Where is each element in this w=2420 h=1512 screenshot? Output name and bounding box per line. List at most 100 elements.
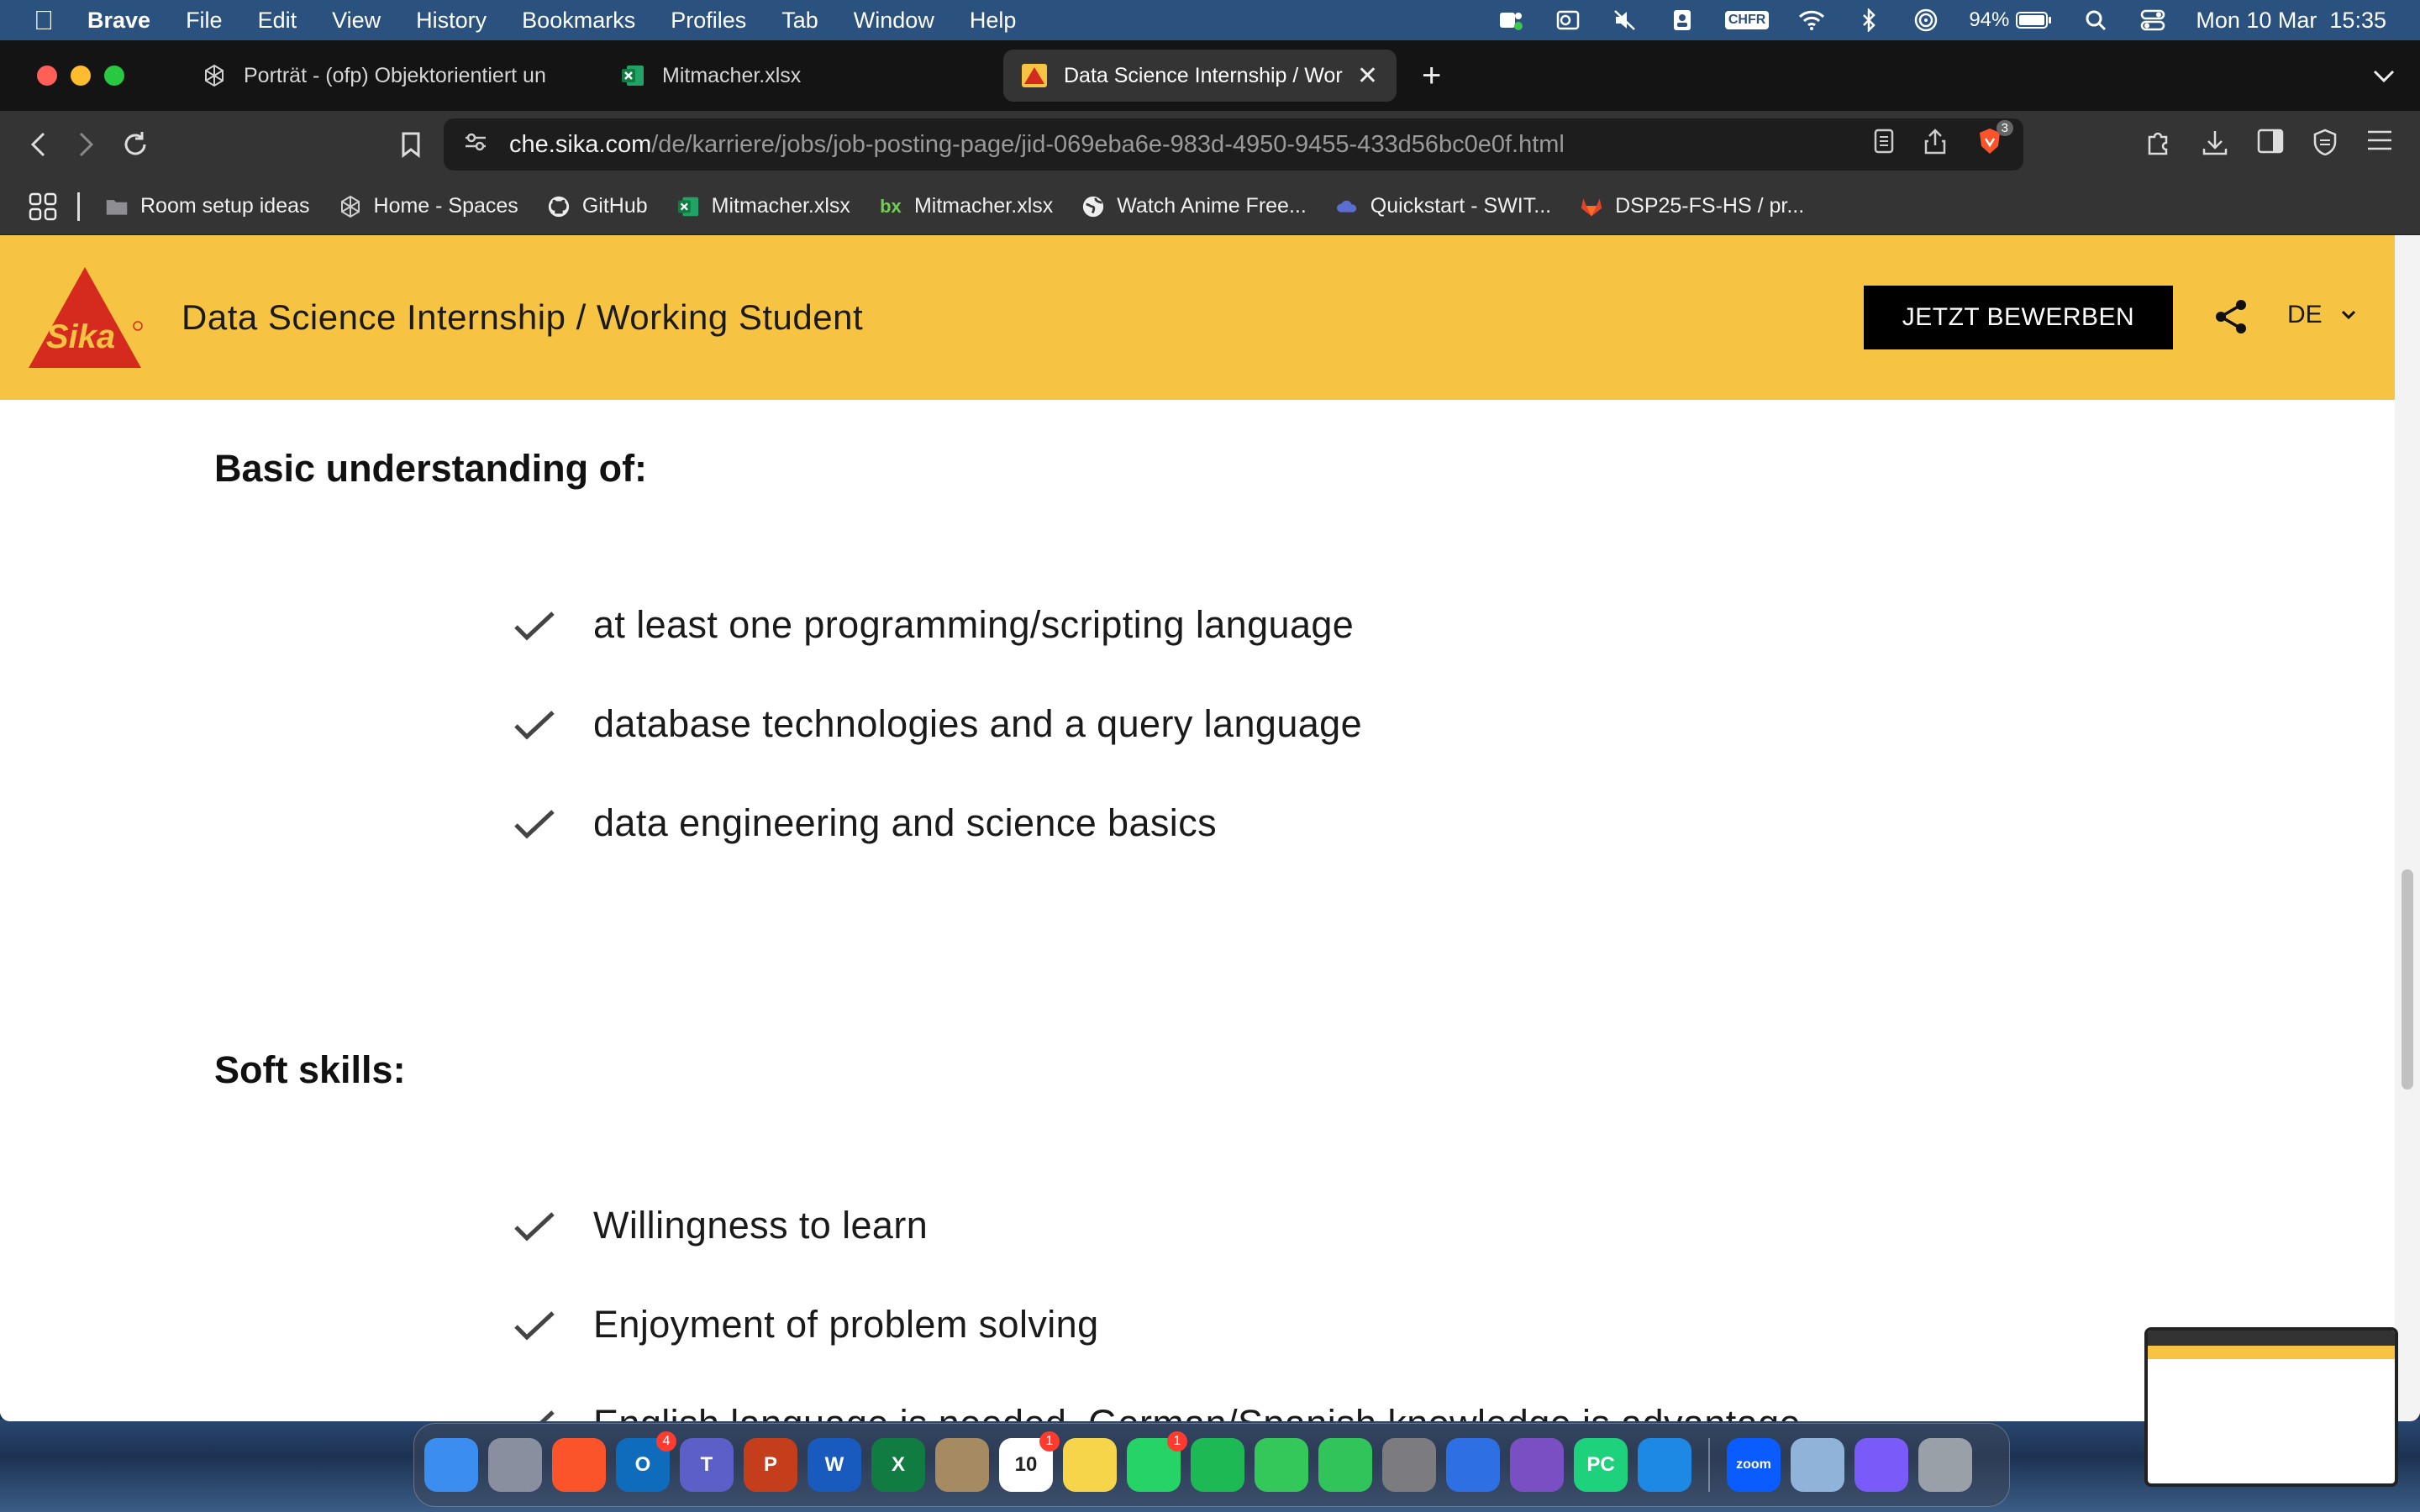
control-center-icon[interactable] xyxy=(2139,8,2167,33)
dock-app-store-like-icon[interactable] xyxy=(1854,1438,1908,1492)
bookmark-dsp25-gitlab[interactable]: DSP25-FS-HS / pr... xyxy=(1580,194,1804,218)
teams-status-icon[interactable] xyxy=(1497,8,1525,33)
new-tab-button[interactable]: + xyxy=(1422,57,1441,95)
sidebar-toggle-icon[interactable] xyxy=(2257,129,2284,161)
perplexity-icon xyxy=(339,195,362,218)
forward-button[interactable] xyxy=(62,120,111,169)
minimize-window-button[interactable] xyxy=(71,66,91,86)
outlook-status-icon[interactable] xyxy=(1554,8,1582,33)
bookmark-button[interactable] xyxy=(387,120,435,169)
menu-edit[interactable]: Edit xyxy=(258,8,297,34)
menu-file[interactable]: File xyxy=(186,8,223,34)
menu-bar:  Brave File Edit View History Bookmarks… xyxy=(0,0,2420,40)
dock-calendar-icon[interactable]: 10 1 xyxy=(999,1431,1060,1492)
dock-facetime-icon[interactable] xyxy=(1318,1438,1372,1492)
dock-zoom-icon[interactable]: zoom xyxy=(1727,1438,1781,1492)
screenshot-thumbnail[interactable] xyxy=(2144,1327,2398,1487)
zoom-window-button[interactable] xyxy=(104,66,124,86)
mute-icon[interactable] xyxy=(1611,8,1639,33)
bookmark-mitmacher-excel[interactable]: Mitmacher.xlsx xyxy=(676,194,850,218)
close-tab-icon[interactable]: ✕ xyxy=(1357,61,1378,91)
tab-data-science-internship[interactable]: Data Science Internship / Wor ✕ xyxy=(1003,50,1397,102)
bookmark-home-spaces[interactable]: Home - Spaces xyxy=(339,194,518,218)
menu-app-name[interactable]: Brave xyxy=(87,8,150,34)
menu-help[interactable]: Help xyxy=(970,8,1017,34)
menu-profiles[interactable]: Profiles xyxy=(671,8,746,34)
wifi-icon[interactable] xyxy=(1797,8,1826,33)
browser-toolbar: che.sika.com /de/karriere/jobs/job-posti… xyxy=(0,111,2420,178)
bookmark-github[interactable]: GitHub xyxy=(547,194,648,218)
dock-app-label: T xyxy=(700,1453,713,1476)
list-item-text: at least one programming/scripting langu… xyxy=(593,603,1355,646)
list-item-text: Willingness to learn xyxy=(593,1204,929,1247)
spotlight-search-icon[interactable] xyxy=(2081,8,2110,33)
checkmark-icon xyxy=(539,1410,555,1421)
brave-shields-button[interactable]: 3 xyxy=(1976,120,2013,162)
airdrop-icon[interactable] xyxy=(1912,8,1940,33)
menu-history[interactable]: History xyxy=(416,8,487,34)
dock-messages-icon[interactable] xyxy=(1255,1438,1308,1492)
dock-teams-icon[interactable]: T xyxy=(680,1438,734,1492)
bookmark-mitmacher-bx[interactable]: bx Mitmacher.xlsx xyxy=(879,194,1053,218)
bookmark-room-setup-ideas[interactable]: Room setup ideas xyxy=(105,194,310,218)
dock-whatsapp-icon[interactable]: 1 xyxy=(1127,1431,1187,1492)
tab-mitmacher[interactable]: Mitmacher.xlsx xyxy=(602,50,997,102)
dock-finder-icon[interactable] xyxy=(424,1438,478,1492)
scrollbar-thumb[interactable] xyxy=(2402,869,2413,1089)
site-settings-icon[interactable] xyxy=(464,131,487,159)
battery-status[interactable]: 94% xyxy=(1969,8,2053,33)
dock-excel-icon[interactable]: X xyxy=(871,1438,925,1492)
dock-pycharm-icon[interactable]: PC xyxy=(1574,1438,1628,1492)
dock-launchpad-icon[interactable] xyxy=(488,1438,542,1492)
menu-view[interactable]: View xyxy=(332,8,381,34)
dock-word-icon[interactable]: W xyxy=(808,1438,861,1492)
dock-outlook-icon[interactable]: O4 xyxy=(616,1431,676,1492)
dock-vscode-icon[interactable] xyxy=(1638,1438,1691,1492)
back-button[interactable] xyxy=(13,120,62,169)
dock-spotify-icon[interactable] xyxy=(1191,1438,1244,1492)
dock-contacts-icon[interactable] xyxy=(935,1438,989,1492)
extensions-icon[interactable] xyxy=(2144,129,2173,161)
checkmark-icon xyxy=(514,810,555,839)
language-selector[interactable]: DE xyxy=(2287,301,2356,329)
dock-perplexity-icon[interactable] xyxy=(1446,1438,1500,1492)
bookmark-label: Watch Anime Free... xyxy=(1117,194,1307,218)
close-window-button[interactable] xyxy=(37,66,57,86)
dock-preview-icon[interactable] xyxy=(1791,1438,1844,1492)
dock-github-desktop-icon[interactable] xyxy=(1510,1438,1564,1492)
hamburger-menu-icon[interactable] xyxy=(2366,129,2393,161)
bluetooth-icon[interactable] xyxy=(1854,8,1883,33)
bookmark-label: Quickstart - SWIT... xyxy=(1370,194,1552,218)
apple-menu-icon[interactable]:  xyxy=(0,5,87,36)
menu-tab[interactable]: Tab xyxy=(781,8,818,34)
dock-app-label: X xyxy=(891,1453,905,1476)
dock-notes-icon[interactable] xyxy=(1063,1438,1117,1492)
dock-powerpoint-icon[interactable]: P xyxy=(744,1438,797,1492)
share-icon[interactable] xyxy=(2212,297,2250,336)
tab-portrait[interactable]: Porträt - (ofp) Objektorientiert un xyxy=(183,50,595,102)
vpn-shield-icon[interactable] xyxy=(2312,129,2338,161)
dock-system-settings-icon[interactable] xyxy=(1382,1438,1436,1492)
sika-logo[interactable]: Sika xyxy=(25,264,145,371)
menu-window[interactable]: Window xyxy=(854,8,934,34)
keyboard-layout-icon[interactable]: CHFR xyxy=(1724,8,1770,33)
tab-label: Mitmacher.xlsx xyxy=(662,63,802,87)
list-item: Enjoyment of problem solving xyxy=(513,1275,1801,1374)
reload-button[interactable] xyxy=(111,120,160,169)
address-bar[interactable]: che.sika.com /de/karriere/jobs/job-posti… xyxy=(444,118,2023,171)
menu-bookmarks[interactable]: Bookmarks xyxy=(522,8,635,34)
menu-clock[interactable]: Mon 10 Mar 15:35 xyxy=(2196,8,2386,34)
page-scrollbar[interactable] xyxy=(2395,235,2420,1421)
dock-trash-icon[interactable] xyxy=(1918,1438,1972,1492)
share-page-icon[interactable] xyxy=(1924,128,1946,161)
apps-grid-icon[interactable] xyxy=(29,192,57,221)
chevron-down-icon[interactable] xyxy=(2373,61,2395,90)
notification-badge: 1 xyxy=(1039,1431,1060,1452)
contact-card-icon[interactable] xyxy=(1668,8,1697,33)
bookmark-watch-anime[interactable]: Watch Anime Free... xyxy=(1081,194,1307,218)
dock-brave-icon[interactable] xyxy=(552,1438,606,1492)
bookmark-quickstart-switch[interactable]: Quickstart - SWIT... xyxy=(1335,194,1551,218)
reader-mode-icon[interactable] xyxy=(1874,129,1894,160)
apply-now-button[interactable]: JETZT BEWERBEN xyxy=(1864,286,2173,349)
download-icon[interactable] xyxy=(2202,129,2228,161)
